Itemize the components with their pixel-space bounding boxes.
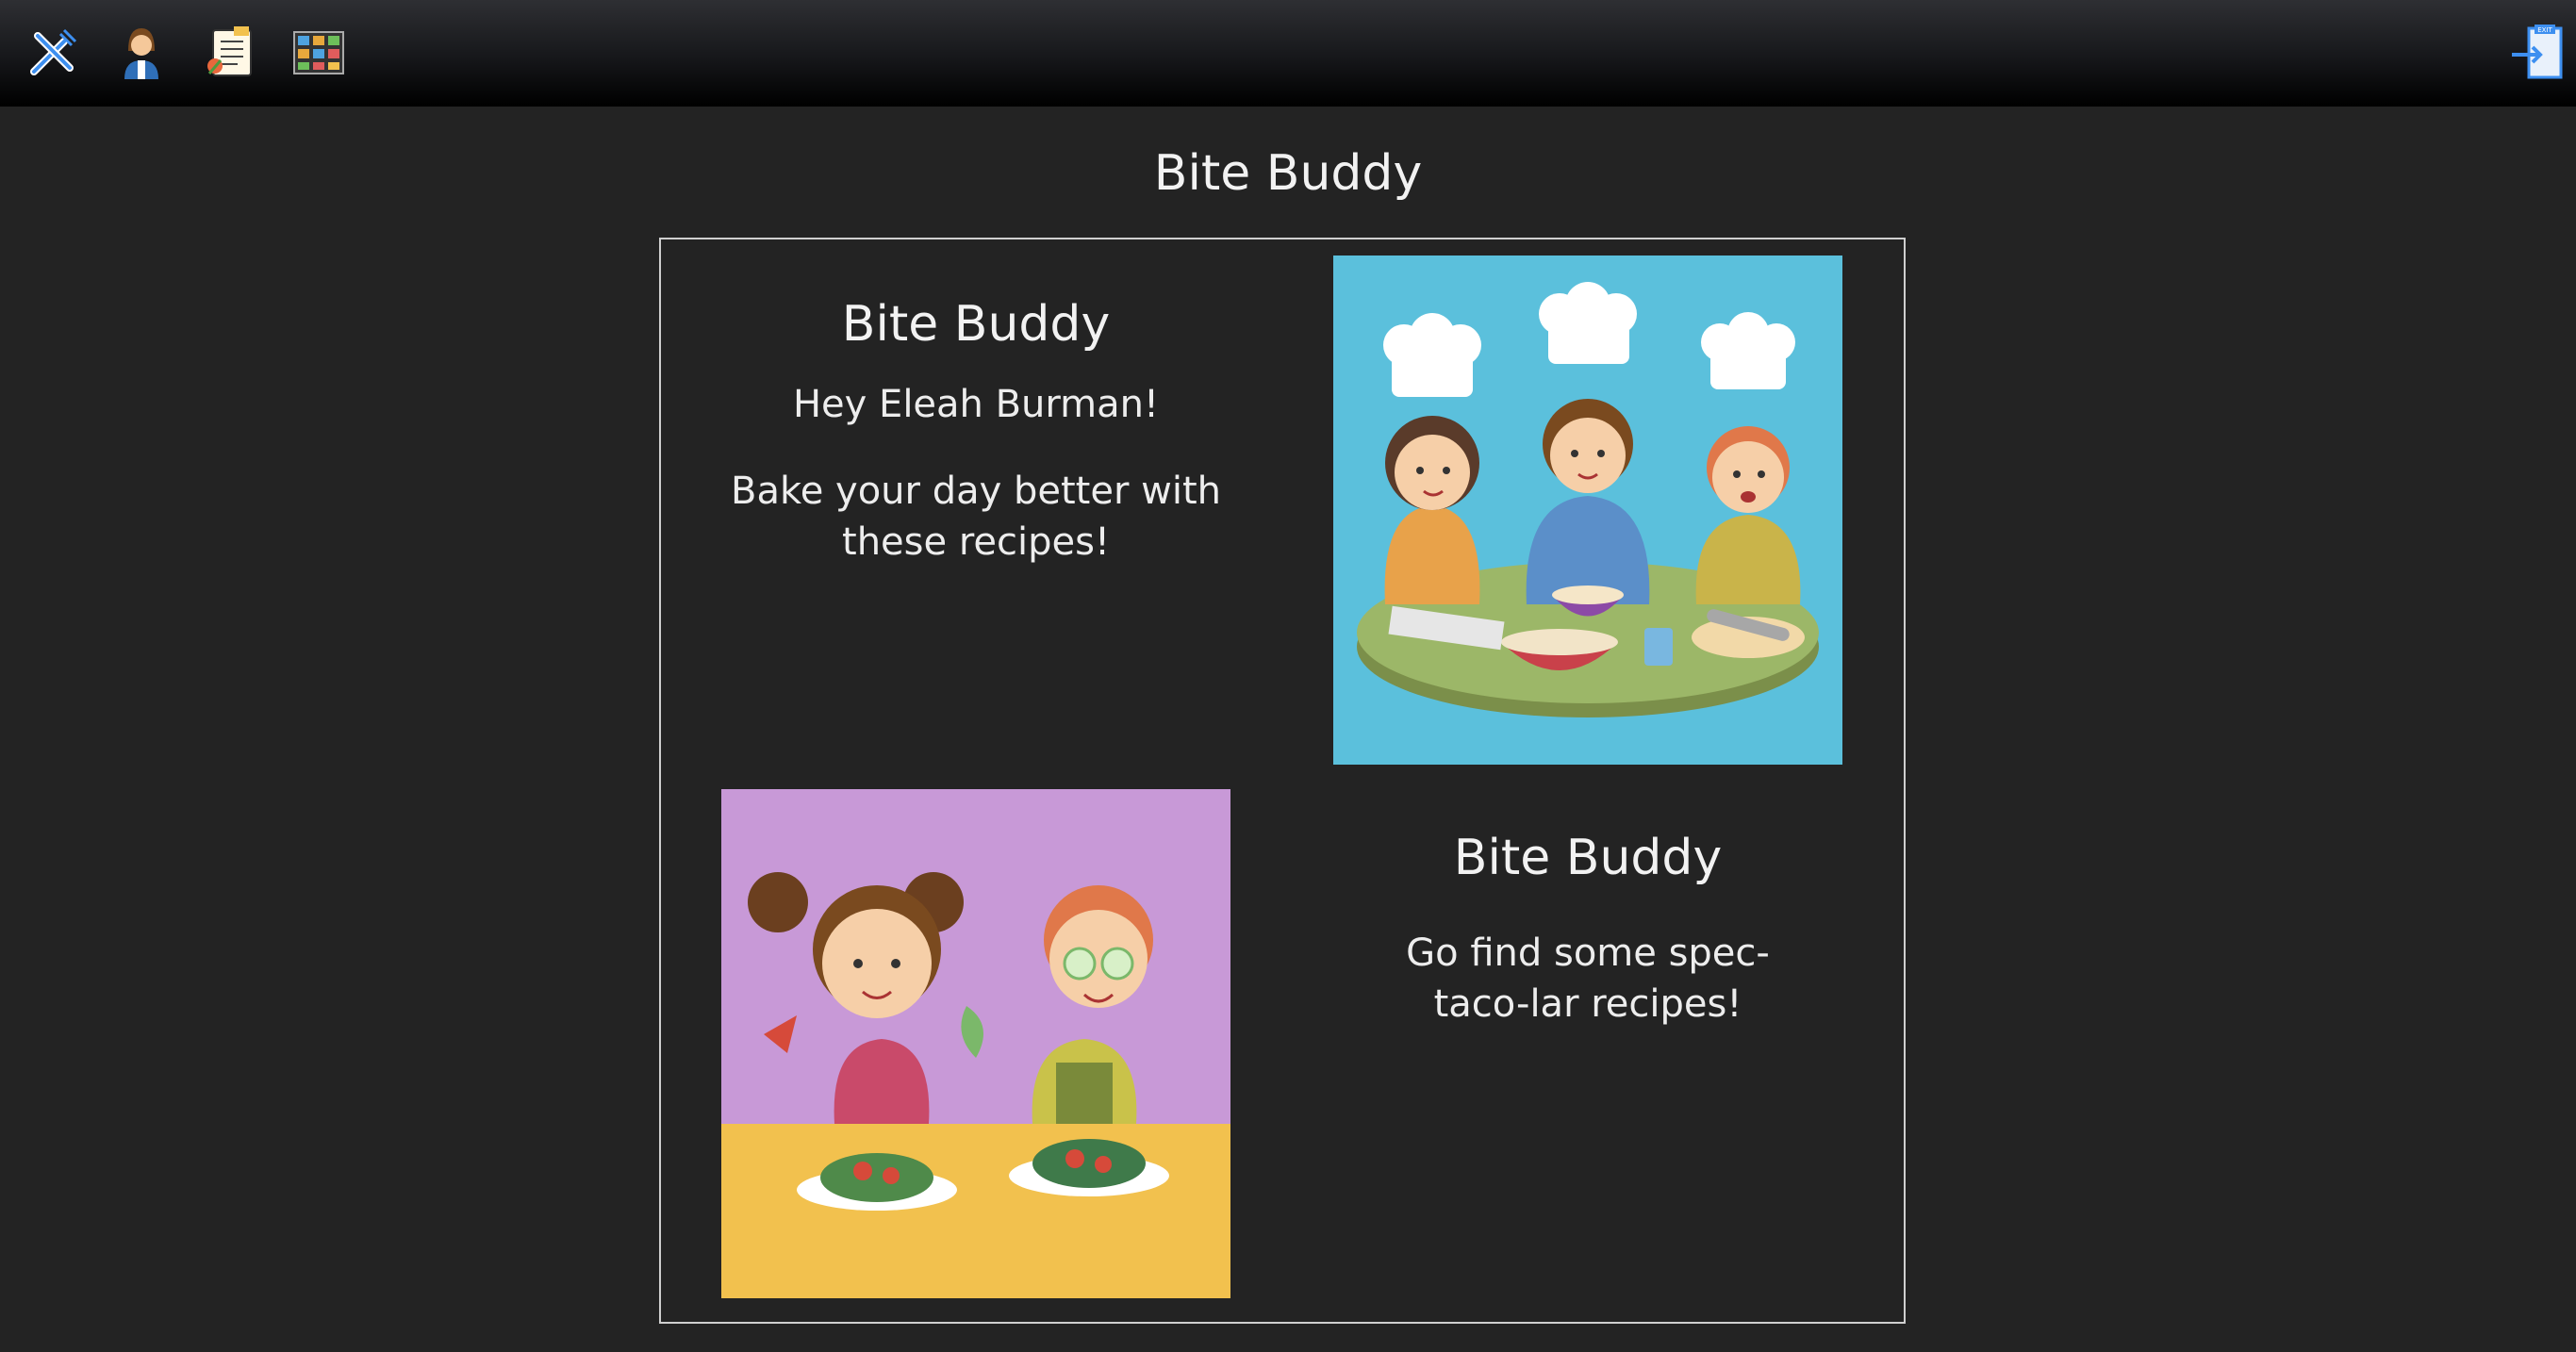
recipe-list-icon[interactable] [192, 15, 268, 91]
explore-card-title: Bite Buddy [1453, 830, 1723, 886]
page-title: Bite Buddy [1153, 145, 1423, 202]
explore-card: Bite Buddy Go find some spec-taco-lar re… [1305, 824, 1871, 1030]
welcome-message: Bake your day better with these recipes! [731, 470, 1221, 564]
kids-baking-image[interactable] [1333, 256, 1842, 765]
welcome-card: Bite Buddy Hey Eleah Burman! Bake your d… [693, 290, 1259, 568]
top-navbar: EXIT [0, 0, 2576, 107]
kids-salad-image[interactable] [721, 789, 1230, 1298]
exit-label: EXIT [2537, 26, 2552, 34]
exit-icon[interactable]: EXIT [2501, 15, 2576, 91]
welcome-card-title: Bite Buddy [841, 296, 1111, 353]
recipe-grid-icon[interactable] [281, 15, 356, 91]
content-panel: Bite Buddy Hey Eleah Burman! Bake your d… [659, 238, 1906, 1324]
utensils-icon[interactable] [15, 15, 91, 91]
explore-message: Go find some spec-taco-lar recipes! [1406, 932, 1770, 1026]
greeting-text: Hey Eleah Burman! [792, 383, 1160, 426]
profile-icon[interactable] [104, 15, 179, 91]
